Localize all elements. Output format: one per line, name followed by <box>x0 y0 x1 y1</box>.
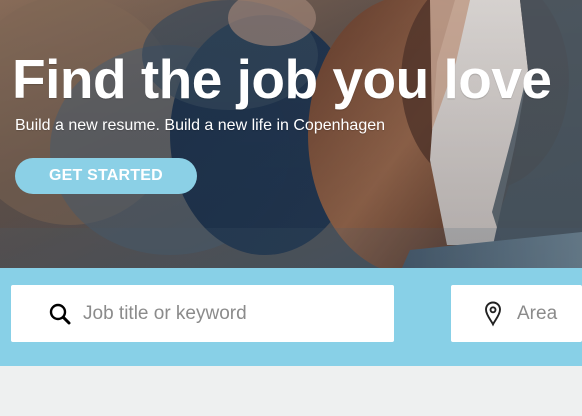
job-title-or-keyword-input[interactable] <box>83 302 376 325</box>
area-input[interactable] <box>517 302 577 325</box>
job-keyword-field[interactable] <box>11 285 394 342</box>
search-bar <box>0 268 582 366</box>
content-area-background <box>0 366 582 416</box>
get-started-button[interactable]: GET STARTED <box>15 158 197 194</box>
area-field[interactable] <box>451 285 582 342</box>
hero-subtitle: Build a new resume. Build a new life in … <box>15 117 386 134</box>
location-pin-icon <box>485 301 501 327</box>
hero-section: Find the job you love Build a new resume… <box>0 0 582 268</box>
landing-page: Find the job you love Build a new resume… <box>0 0 582 416</box>
hero-title: Find the job you love <box>12 48 552 110</box>
search-icon <box>49 303 71 324</box>
